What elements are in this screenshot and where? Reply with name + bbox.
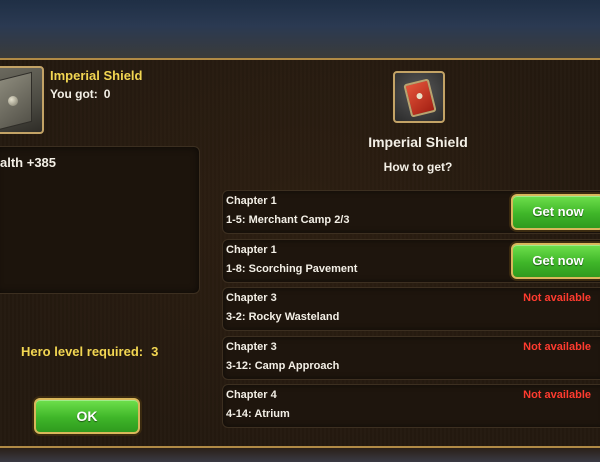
stage-label: 1-8: Scorching Pavement: [226, 263, 358, 275]
stat-line: alth +385: [0, 155, 57, 170]
chapter-label: Chapter 3: [226, 341, 277, 353]
chapter-label: Chapter 1: [226, 195, 277, 207]
hero-level-required: Hero level required: 3: [21, 344, 158, 359]
source-row: Chapter 1 1-8: Scorching Pavement Get no…: [222, 239, 600, 283]
stage-label: 3-2: Rocky Wasteland: [226, 311, 340, 323]
owned-value: 0: [103, 87, 111, 101]
background-bottom: [0, 448, 600, 462]
background-top: [0, 0, 600, 58]
owned-label: You got:: [50, 87, 98, 101]
hero-level-value: 3: [151, 344, 159, 359]
stage-label: 4-14: Atrium: [226, 408, 290, 420]
chapter-label: Chapter 1: [226, 244, 277, 256]
source-row: Chapter 1 1-5: Merchant Camp 2/3 Get now: [222, 190, 600, 234]
get-now-button[interactable]: Get now: [511, 243, 600, 279]
not-available-label: Not available: [523, 389, 591, 401]
owned-count: You got: 0: [50, 87, 110, 101]
source-row: Chapter 3 3-12: Camp Approach Not availa…: [222, 336, 600, 380]
shield-boss: [8, 96, 18, 106]
chapter-label: Chapter 4: [226, 389, 277, 401]
source-item-title: Imperial Shield: [368, 134, 468, 150]
stage-label: 3-12: Camp Approach: [226, 360, 340, 372]
chapter-label: Chapter 3: [226, 292, 277, 304]
ok-button[interactable]: OK: [34, 398, 140, 434]
item-name: Imperial Shield: [50, 68, 143, 83]
source-row: Chapter 4 4-14: Atrium Not available: [222, 384, 600, 428]
get-now-button[interactable]: Get now: [511, 194, 600, 230]
red-shield-icon: [393, 71, 445, 123]
red-shield-body: [403, 78, 437, 118]
how-to-get-label: How to get?: [383, 160, 453, 174]
gray-shield-icon: [0, 66, 44, 134]
not-available-label: Not available: [523, 292, 591, 304]
source-row: Chapter 3 3-2: Rocky Wasteland Not avail…: [222, 287, 600, 331]
not-available-label: Not available: [523, 341, 591, 353]
hero-level-label: Hero level required:: [21, 344, 144, 359]
stage-label: 1-5: Merchant Camp 2/3: [226, 214, 350, 226]
